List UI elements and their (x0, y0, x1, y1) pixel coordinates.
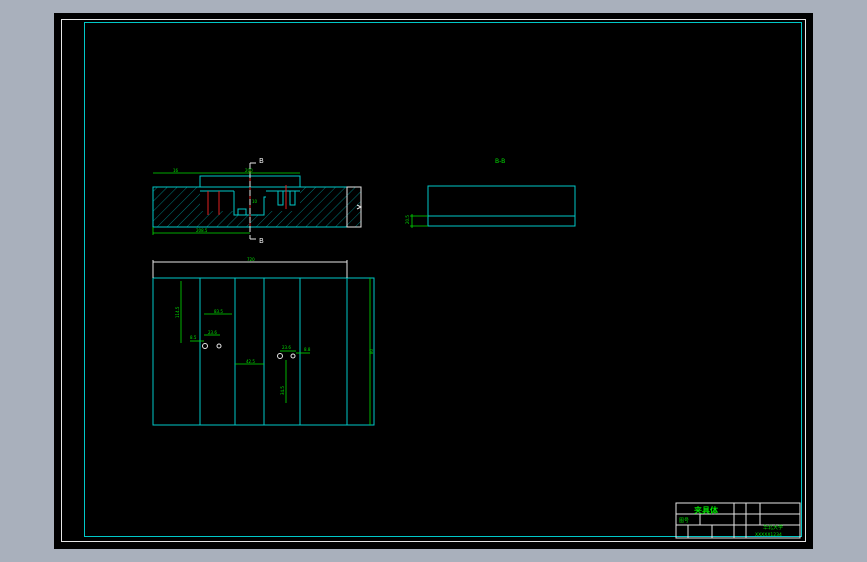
plan-hole-3 (277, 353, 283, 359)
svg-text:23.6: 23.6 (282, 345, 291, 350)
plan-view: 720 80 114.5 83.5 23.6 8.5 23.6 8.8 42.5… (152, 257, 375, 426)
section-title: B-B (495, 158, 505, 165)
section-bb-view: B-B 20.5 (405, 158, 576, 228)
title-block: 夹具体 图号 华北大学 XXXXX1234 (675, 502, 801, 539)
svg-text:200: 200 (245, 168, 253, 173)
svg-text:8.8: 8.8 (304, 347, 311, 352)
section-hatch-band (427, 215, 576, 227)
title-class-code: XXXXX1234 (755, 532, 782, 538)
plan-hole-4 (290, 353, 296, 359)
cad-drawing: B B 16 200 208.5 10 B-B 20.5 720 80 114.… (61, 19, 806, 542)
svg-text:720: 720 (247, 257, 255, 262)
svg-text:20.5: 20.5 (405, 215, 410, 224)
plan-hole-2 (216, 343, 222, 349)
svg-text:83.5: 83.5 (214, 309, 223, 314)
section-body (427, 185, 576, 217)
svg-text:208.5: 208.5 (196, 228, 208, 233)
cut-label-bottom: B (259, 237, 264, 245)
sheet-outer-border (61, 19, 806, 542)
svg-text:10: 10 (252, 199, 258, 204)
svg-text:42.5: 42.5 (246, 359, 255, 364)
svg-text:16: 16 (173, 168, 179, 173)
svg-text:8.5: 8.5 (190, 335, 197, 340)
sheet-inner-border (84, 22, 802, 537)
title-school: 华北大学 (763, 524, 783, 531)
title-drawing-no: 图号 (679, 518, 689, 524)
cad-viewport[interactable]: B B 16 200 208.5 10 B-B 20.5 720 80 114.… (54, 13, 813, 549)
cut-label-top: B (259, 157, 264, 165)
svg-text:34.5: 34.5 (280, 386, 285, 395)
plan-hole-1 (202, 343, 208, 349)
svg-text:23.6: 23.6 (208, 330, 217, 335)
svg-text:114.5: 114.5 (175, 306, 180, 318)
front-section-view: B B 16 200 208.5 10 (152, 157, 363, 245)
title-part-name: 夹具体 (694, 505, 719, 515)
svg-text:80: 80 (369, 348, 374, 354)
